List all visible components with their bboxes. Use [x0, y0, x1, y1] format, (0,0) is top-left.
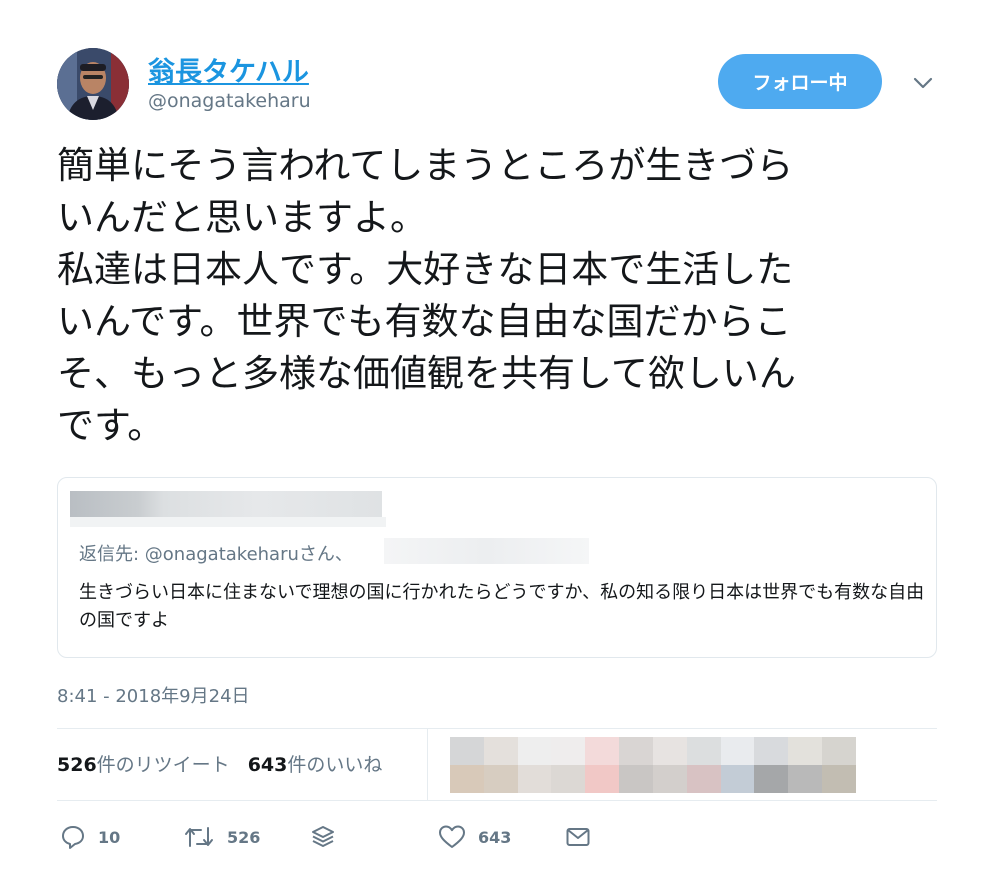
quoted-tweet-text: 生きづらい日本に住まないで理想の国に行かれたらどうですか、私の知る限り日本は世界… [79, 582, 925, 631]
tweet-line: 私達は日本人です。大好きな日本で生活した [57, 248, 794, 291]
user-handle: @onagatakeharu [148, 90, 311, 112]
chevron-down-icon[interactable] [910, 70, 936, 96]
reply-icon [62, 826, 84, 849]
tweet-stats: 526件のリツイート 643件のいいね [57, 750, 382, 777]
reply-button[interactable]: 10 [60, 822, 120, 852]
divider [427, 728, 428, 800]
reply-count: 10 [98, 827, 121, 847]
retweet-stat-count: 526 [57, 754, 97, 776]
retweet-stat[interactable]: 526件のリツイート [57, 754, 230, 776]
direct-message-button[interactable] [565, 822, 591, 852]
retweet-button[interactable]: 526 [183, 822, 260, 852]
blurred-reply-target [384, 538, 589, 564]
tweet-line: いんです。世界でも有数な自由な国だからこ [57, 300, 792, 343]
user-display-name[interactable]: 翁長タケハル [148, 50, 309, 89]
heart-icon [439, 825, 465, 848]
like-stat-label: 件のいいね [287, 754, 383, 776]
tweet-line: 簡単にそう言われてしまうところが生きづら [57, 144, 794, 187]
retweet-count: 526 [227, 827, 261, 847]
quoted-tweet-card[interactable]: 返信先: @onagatakeharuさん、 生きづらい日本に住まないで理想の国… [57, 477, 937, 658]
like-stat[interactable]: 643件のいいね [248, 754, 383, 776]
tweet-timestamp[interactable]: 8:41 - 2018年9月24日 [57, 682, 250, 708]
tweet-line: いんだと思いますよ。 [57, 196, 427, 239]
liker-avatars[interactable] [450, 737, 856, 793]
like-button[interactable]: 643 [438, 822, 511, 852]
layers-icon [312, 826, 334, 847]
follow-button[interactable]: フォロー中 [718, 54, 882, 109]
like-count: 643 [478, 827, 512, 847]
blurred-author-name [70, 491, 382, 517]
tweet-line: そ、もっと多様な価値観を共有して欲しいん [57, 352, 796, 395]
retweet-icon [185, 827, 213, 847]
envelope-icon [566, 828, 590, 846]
tweet-line: です。 [57, 404, 165, 447]
avatar-photo [57, 48, 129, 120]
reply-to-label: 返信先: @onagatakeharuさん、 [79, 544, 353, 565]
divider [57, 728, 937, 729]
divider [57, 800, 937, 801]
tweet-text: 簡単にそう言われてしまうところが生きづら いんだと思いますよ。 私達は日本人です… [57, 140, 927, 452]
stack-button[interactable] [310, 822, 336, 852]
retweet-stat-label: 件のリツイート [96, 754, 230, 776]
like-stat-count: 643 [247, 754, 288, 776]
blurred-author-handle [70, 517, 386, 527]
avatar[interactable] [57, 48, 129, 120]
